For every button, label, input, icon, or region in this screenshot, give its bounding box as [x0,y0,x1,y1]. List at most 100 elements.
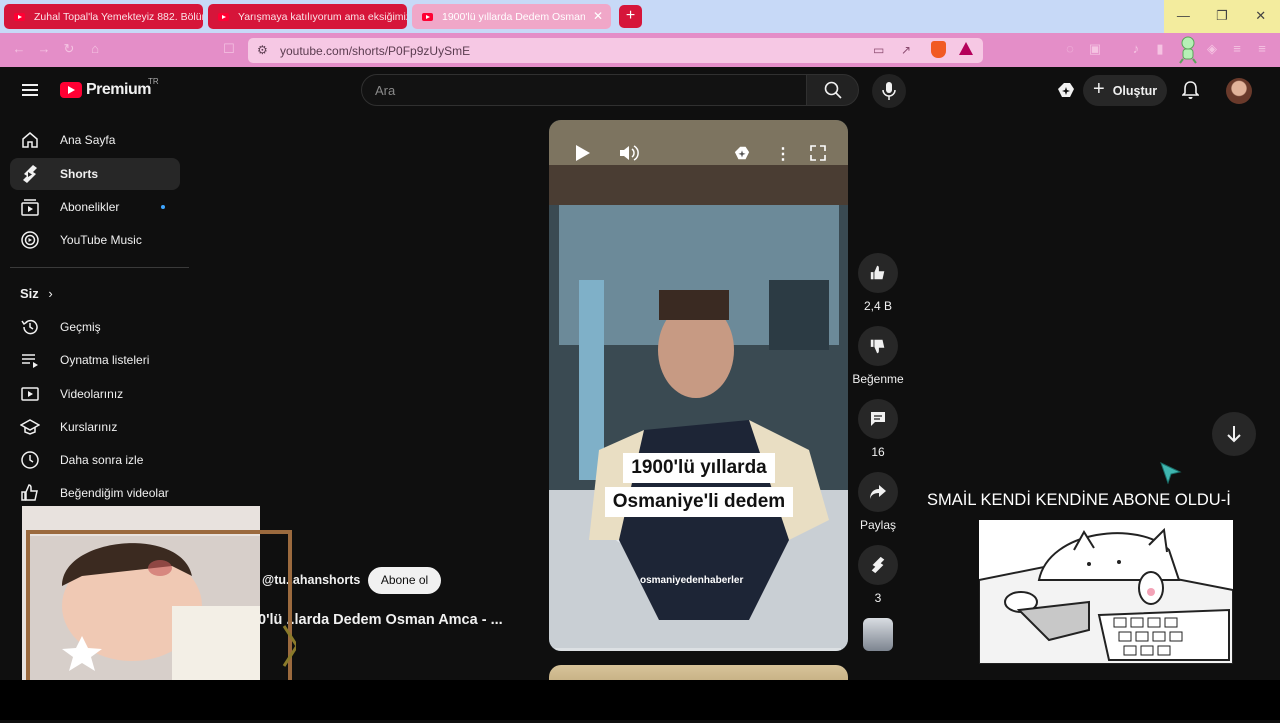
volume-icon[interactable] [619,145,639,166]
close-window-icon[interactable]: ✕ [1241,0,1280,33]
sidebar-item-shorts[interactable]: Shorts [10,158,180,190]
tab-title: 1900'lü yıllarda Dedem Osman Amca [442,10,585,23]
close-tab-icon[interactable]: ✕ [593,9,603,23]
sound-thumbnail[interactable] [863,618,893,651]
video-frame [549,120,848,651]
search-box[interactable] [361,74,807,106]
youtube-icon [422,12,433,21]
tab-title: Zuhal Topal'la Yemekteyiz 882. Bölüm [34,10,203,23]
thumbs-down-icon [870,339,885,354]
more-options-icon[interactable]: ⋮ [775,144,791,164]
new-tab-button[interactable]: + [619,5,642,28]
cast-icon[interactable]: ▭ [873,43,884,57]
progress-bar[interactable] [555,648,841,651]
rewards-icon[interactable] [959,42,973,55]
sidebar-item-youtube-music[interactable]: YouTube Music [10,224,180,256]
cursor-icon [1160,462,1182,489]
sidebar-item-history[interactable]: Geçmiş [10,311,180,343]
share-arrow-icon [870,485,886,499]
bookmark-icon[interactable]: ☐ [222,42,236,56]
region-code: TR [148,77,159,86]
notifications-bell-icon[interactable] [1181,81,1200,105]
ai-sparkle-icon[interactable] [733,145,751,166]
extension-icon[interactable]: ◈ [1205,42,1219,56]
search-button[interactable] [806,74,859,106]
play-icon[interactable] [575,144,591,167]
comment-count: 16 [871,445,885,459]
new-content-dot [161,205,165,209]
comments-button[interactable]: 16 [858,399,898,459]
youtube-logo[interactable]: Premium TR [60,77,159,99]
sidebar-section-you[interactable]: Siz › [20,286,53,301]
caption-line: Osmaniye'li dedem [604,487,794,517]
mascot-extension-icon[interactable] [1178,36,1198,64]
sidebar-item-label: Oynatma listeleri [60,353,150,367]
sidebar-item-liked-videos[interactable]: Beğendiğim videolar [10,477,180,509]
youtube-music-icon [21,231,39,249]
like-button[interactable]: 2,4 B [858,253,898,313]
sidebar-item-subscriptions[interactable]: Abonelikler [10,191,180,223]
clock-icon [21,451,39,469]
video-caption: 1900'lü yıllarda Osmaniye'li dedem [583,453,815,521]
extension-icon[interactable]: ▮ [1153,42,1167,56]
browser-tab-1[interactable]: Zuhal Topal'la Yemekteyiz 882. Bölüm [4,4,203,29]
search-input[interactable] [362,75,806,105]
back-icon[interactable]: ← [12,42,26,56]
sidebar-item-playlists[interactable]: Oynatma listeleri [10,344,180,376]
browser-tab-2[interactable]: Yarışmaya katılıyorum ama eksiğimiz [208,4,407,29]
sidebar-item-courses[interactable]: Kurslarınız [10,411,180,443]
home-icon[interactable]: ⌂ [88,42,102,56]
browser-tab-active[interactable]: 1900'lü yıllarda Dedem Osman Amca ✕ [412,4,611,29]
shorts-icon [23,165,37,183]
ai-sparkle-icon[interactable] [1056,81,1076,104]
next-video-button[interactable] [1212,412,1256,456]
share-button[interactable]: Paylaş [858,472,898,532]
share-label: Paylaş [859,518,897,532]
sidebar-item-label: Videolarınız [60,387,124,401]
address-bar[interactable]: ⚙ youtube.com/shorts/P0Fp9zUySmE ▭ ↗ [248,38,983,63]
bongo-cat-overlay [979,520,1233,664]
fullscreen-icon[interactable] [810,145,826,166]
stream-overlay-text: SMAİL KENDİ KENDİNE ABONE OLDU-İ [927,491,1231,509]
extension-icon[interactable]: ♪ [1129,42,1143,56]
remix-button[interactable]: 3 [858,545,898,605]
subscribe-button[interactable]: Abone ol [368,567,441,594]
sidebar-item-label: Shorts [60,167,99,181]
extension-icon[interactable]: ≡ [1230,42,1244,56]
minimize-icon[interactable]: — [1164,0,1203,33]
extension-icon[interactable]: ◌ [1063,42,1077,56]
logo-text: Premium [86,81,151,98]
voice-search-button[interactable] [872,74,906,108]
brave-shield-icon[interactable] [931,41,946,58]
remix-count: 3 [874,591,882,605]
sidebar-item-home[interactable]: Ana Sayfa [10,124,180,156]
shorts-video-player[interactable] [549,120,848,651]
create-button[interactable]: + Oluştur [1083,75,1167,106]
extension-icon[interactable]: ▣ [1088,42,1102,56]
reload-icon[interactable]: ↻ [62,42,76,56]
dislike-button[interactable]: Beğenme [852,326,904,386]
sidebar-item-watch-later[interactable]: Daha sonra izle [10,444,180,476]
sidebar-item-label: Ana Sayfa [60,133,116,147]
forward-icon[interactable]: → [37,42,51,56]
tab-title: Yarışmaya katılıyorum ama eksiğimiz [238,10,407,23]
thumbs-up-icon [870,265,885,280]
playlists-icon [22,354,38,368]
sidebar-item-label: YouTube Music [60,233,142,247]
section-title: Siz [20,286,39,301]
youtube-icon [60,82,82,98]
video-watermark: osmaniyedenhaberler [640,575,744,586]
share-icon[interactable]: ↗ [901,43,911,57]
sidebar-item-your-videos[interactable]: Videolarınız [10,378,180,410]
restore-icon[interactable]: ❐ [1203,0,1242,33]
home-icon [22,132,38,148]
avatar[interactable] [1226,78,1252,104]
menu-icon[interactable]: ≡ [1255,42,1269,56]
sidebar-item-label: Daha sonra izle [60,453,144,467]
site-info-icon[interactable]: ⚙ [257,43,268,57]
history-icon [21,319,38,335]
sidebar-item-label: Kurslarınız [60,420,118,434]
remix-icon [871,556,885,574]
hamburger-menu-icon[interactable] [22,84,38,96]
url-text: youtube.com/shorts/P0Fp9zUySmE [280,44,471,58]
